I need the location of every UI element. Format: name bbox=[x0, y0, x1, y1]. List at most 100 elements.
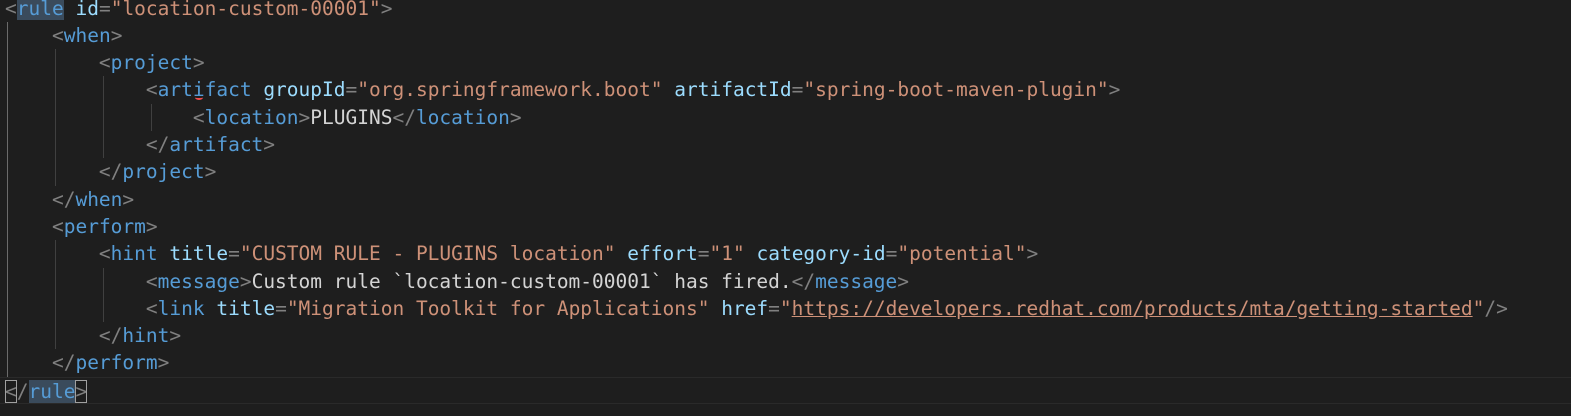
code-token: "org.springframework.boot" bbox=[357, 78, 663, 102]
code-token: </ bbox=[145, 133, 170, 156]
code-token: title bbox=[216, 296, 276, 320]
code-line[interactable]: <perform> bbox=[0, 213, 1571, 240]
code-line[interactable]: <project> bbox=[0, 49, 1571, 76]
code-line-text: <perform> bbox=[5, 213, 158, 240]
code-token: < bbox=[51, 214, 64, 238]
code-line[interactable]: </perform> bbox=[0, 349, 1571, 376]
code-token: = bbox=[697, 242, 710, 266]
code-token: < bbox=[98, 242, 111, 266]
code-token: rule bbox=[16, 0, 64, 20]
code-token: https://developers.redhat.com/products/m… bbox=[791, 296, 1473, 320]
code-token: </ bbox=[791, 269, 816, 293]
code-token: artifact bbox=[169, 133, 264, 156]
code-line-text: <hint title="CUSTOM RULE - PLUGINS locat… bbox=[5, 240, 1038, 267]
code-token: < bbox=[145, 78, 158, 102]
code-token: </ bbox=[98, 160, 123, 184]
code-line[interactable]: </rule> bbox=[0, 376, 1571, 405]
code-line[interactable]: <artifact groupId="org.springframework.b… bbox=[0, 76, 1571, 103]
code-token: when bbox=[75, 187, 123, 211]
code-editor[interactable]: <rule id="location-custom-00001"> <when>… bbox=[0, 0, 1571, 416]
code-token: artifact bbox=[157, 78, 252, 102]
code-token: </ bbox=[98, 324, 123, 348]
indent-guide bbox=[151, 103, 152, 131]
code-token: > bbox=[239, 269, 252, 293]
code-token: > bbox=[204, 160, 217, 184]
code-token: groupId bbox=[263, 78, 346, 102]
code-line[interactable]: </project> bbox=[0, 158, 1571, 185]
code-token: id bbox=[75, 0, 99, 20]
code-token: < bbox=[145, 296, 158, 320]
code-token: > bbox=[298, 105, 311, 129]
code-line-text: </when> bbox=[5, 186, 134, 213]
code-token: "location-custom-00001" bbox=[110, 0, 381, 20]
code-token: hint bbox=[122, 324, 170, 348]
code-token: > bbox=[122, 187, 135, 211]
code-token: < bbox=[5, 0, 17, 20]
code-token: artifactId bbox=[674, 78, 792, 102]
code-token: href bbox=[721, 296, 769, 320]
code-token: > bbox=[157, 351, 170, 375]
code-token: hint bbox=[110, 242, 158, 266]
code-token: = bbox=[345, 78, 358, 102]
code-line[interactable]: <hint title="CUSTOM RULE - PLUGINS locat… bbox=[0, 240, 1571, 267]
indent-guide bbox=[7, 21, 8, 377]
code-token: "spring-boot-maven-plugin" bbox=[803, 78, 1109, 102]
code-token: message bbox=[157, 269, 240, 293]
indent-guide bbox=[55, 240, 56, 350]
code-line-text: </artifact> bbox=[5, 131, 275, 158]
code-token: location bbox=[415, 105, 510, 129]
code-token: "potential" bbox=[897, 242, 1027, 266]
code-line-text: </rule> bbox=[5, 378, 88, 405]
code-line-text: <when> bbox=[5, 22, 122, 49]
code-line[interactable]: <link title="Migration Toolkit for Appli… bbox=[0, 295, 1571, 322]
code-line-text: </hint> bbox=[5, 322, 181, 349]
code-token: /> bbox=[1484, 296, 1508, 320]
code-line[interactable]: <rule id="location-custom-00001"> bbox=[0, 0, 1571, 22]
code-token: when bbox=[63, 23, 111, 47]
code-token: perform bbox=[75, 351, 158, 375]
code-line[interactable]: </hint> bbox=[0, 322, 1571, 349]
code-token: message bbox=[815, 269, 898, 293]
indent-guide bbox=[103, 76, 104, 159]
code-token: title bbox=[169, 242, 229, 266]
code-line[interactable]: </artifact> bbox=[0, 131, 1571, 158]
code-token: link bbox=[157, 296, 205, 320]
code-token: = bbox=[98, 0, 111, 20]
code-token: > bbox=[897, 269, 910, 293]
code-token: > bbox=[75, 379, 88, 403]
code-line-text: </perform> bbox=[5, 349, 169, 376]
code-line-text: <project> bbox=[5, 49, 205, 76]
code-line[interactable]: </when> bbox=[0, 186, 1571, 213]
code-token: / bbox=[16, 379, 29, 403]
code-line-text: </project> bbox=[5, 158, 216, 185]
code-token: < bbox=[192, 105, 205, 129]
code-token: = bbox=[885, 242, 898, 266]
code-token: > bbox=[192, 51, 205, 75]
code-line[interactable]: <when> bbox=[0, 22, 1571, 49]
code-line-text: <artifact groupId="org.springframework.b… bbox=[5, 76, 1121, 103]
code-line[interactable]: <message>Custom rule `location-custom-00… bbox=[0, 268, 1571, 295]
code-line[interactable]: <location>PLUGINS</location> bbox=[0, 104, 1571, 131]
code-token: </ bbox=[51, 187, 76, 211]
code-line-text: <location>PLUGINS</location> bbox=[5, 104, 522, 131]
code-token: " bbox=[779, 296, 792, 320]
code-token: > bbox=[380, 0, 393, 20]
indent-guide bbox=[103, 267, 104, 323]
code-token: < bbox=[51, 23, 64, 47]
code-token: < bbox=[98, 51, 111, 75]
code-token: < bbox=[5, 379, 17, 403]
